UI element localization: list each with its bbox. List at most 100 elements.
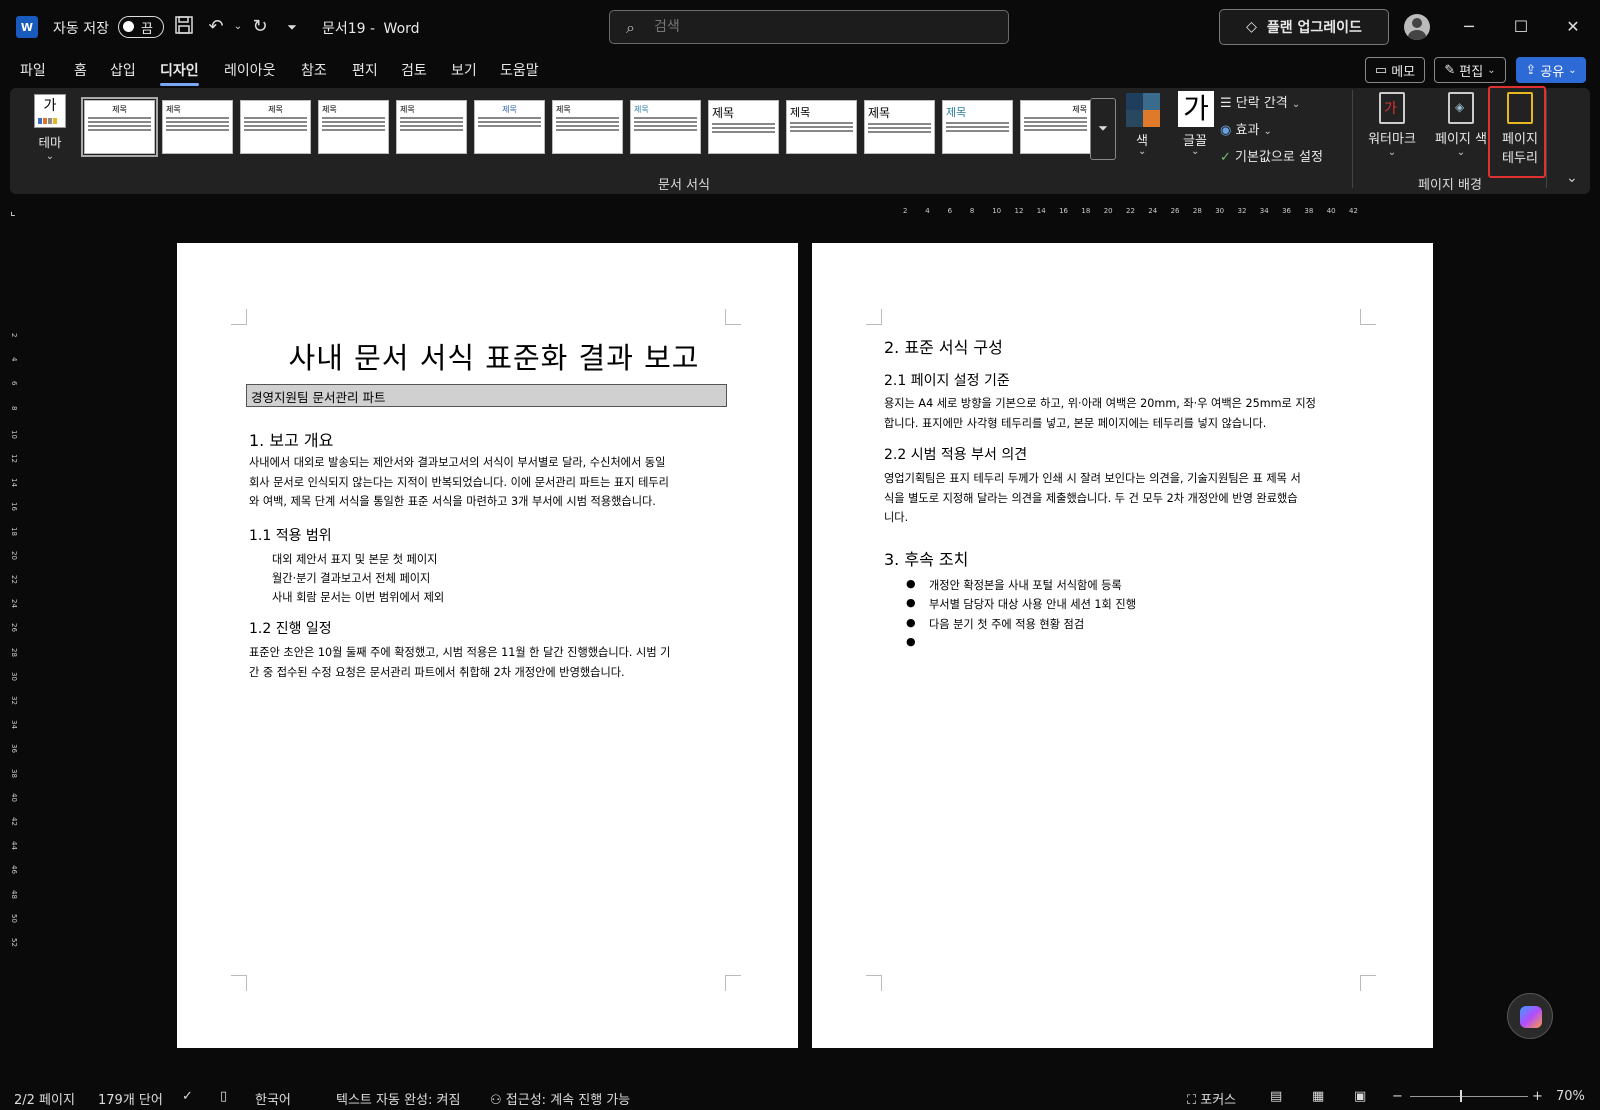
print-layout-icon[interactable]: ▦ — [1312, 1089, 1324, 1104]
tab-home[interactable]: 홈 — [74, 60, 87, 80]
list-item: 개정안 확정본을 사내 포털 서식함에 등록 — [929, 579, 1122, 592]
language-status[interactable]: 한국어 — [255, 1089, 291, 1108]
tab-insert[interactable]: 삽입 — [110, 60, 136, 80]
accessibility-status[interactable]: ⚇ 접근성: 계속 진행 가능 — [490, 1089, 630, 1108]
style-set-thumb[interactable]: 제목 — [240, 100, 311, 154]
zoom-slider-thumb[interactable] — [1460, 1090, 1462, 1102]
proofing-icon[interactable]: ✓ — [182, 1089, 193, 1104]
document-page-1[interactable]: 사내 문서 서식 표준화 결과 보고 경영지원팀 문서관리 파트 1. 보고 개… — [177, 243, 798, 1048]
document-page-2[interactable]: 2. 표준 서식 구성 2.1 페이지 설정 기준 용지는 A4 세로 방향을 … — [812, 243, 1433, 1048]
word-count[interactable]: 179개 단어 — [98, 1089, 163, 1108]
tab-design[interactable]: 디자인 — [160, 60, 199, 86]
tab-layout[interactable]: 레이아웃 — [224, 60, 276, 80]
theme-colors-icon[interactable] — [1126, 93, 1160, 127]
read-mode-icon[interactable]: ▤ — [1270, 1089, 1282, 1104]
web-layout-icon[interactable]: ▣ — [1354, 1089, 1366, 1104]
copilot-button[interactable] — [1507, 993, 1553, 1039]
heading-structure: 2. 표준 서식 구성 — [884, 338, 1003, 357]
chevron-down-icon: ⌄ — [1138, 146, 1147, 157]
tab-selector-icon[interactable]: ⌞ — [10, 204, 16, 218]
style-set-thumb[interactable]: 제목 — [630, 100, 701, 154]
set-as-default-button[interactable]: ✓ 기본값으로 설정 — [1220, 146, 1323, 165]
status-bar: 2/2 페이지 179개 단어 ✓ ▯ 한국어 텍스트 자동 완성: 켜짐 ⚇ … — [0, 1085, 1600, 1110]
zoom-slider[interactable] — [1410, 1096, 1528, 1097]
crop-mark — [725, 309, 741, 325]
text-predictions-status[interactable]: 텍스트 자동 완성: 켜짐 — [336, 1089, 460, 1108]
vertical-ruler[interactable]: 2 4 6 8 10 12 14 16 18 20 22 24 26 28 30 32 34 36 38 40 42 44… — [0, 238, 28, 978]
ruler-tick: 26 — [10, 623, 18, 633]
collapse-ribbon-icon[interactable]: ⌄ — [1566, 170, 1578, 186]
page-count[interactable]: 2/2 페이지 — [14, 1089, 75, 1108]
ruler-tick: 46 — [10, 865, 18, 875]
minimize-icon[interactable]: ─ — [1454, 12, 1484, 42]
diamond-icon: ◇ — [1246, 19, 1257, 35]
memo-button[interactable]: ▭ 메모 — [1365, 57, 1425, 83]
ruler-tick: 32 — [1237, 207, 1247, 215]
autosave-state: 끔 — [141, 22, 153, 37]
zoom-out-icon[interactable]: − — [1392, 1089, 1403, 1104]
undo-icon[interactable]: ↶ — [204, 15, 228, 39]
effects-button[interactable]: ◉ 효과 ⌄ — [1220, 119, 1272, 138]
style-set-thumb[interactable]: 제목 — [864, 100, 935, 154]
edit-mode-button[interactable]: ✎ 편집 ⌄ — [1434, 57, 1506, 83]
page-color-button[interactable]: ◈ 페이지 색 ⌄ — [1432, 92, 1490, 158]
paragraph-spacing-icon: ☰ — [1220, 96, 1232, 111]
zoom-level[interactable]: 70% — [1556, 1089, 1585, 1104]
style-set-thumb[interactable]: 제목 — [708, 100, 779, 154]
reading-icon[interactable]: ▯ — [220, 1089, 227, 1104]
ruler-tick: 48 — [10, 889, 18, 899]
style-set-thumb[interactable]: 제목 — [786, 100, 857, 154]
ruler-tick: 38 — [10, 768, 18, 778]
tab-references[interactable]: 참조 — [301, 60, 327, 80]
ruler-tick: 40 — [1326, 207, 1336, 215]
bullet-icon: ● — [906, 577, 916, 590]
horizontal-ruler[interactable]: 2 4 6 8 10 12 14 16 18 20 22 24 26 28 30 32 34 36 38 40 42 — [808, 203, 1438, 217]
ruler-tick: 2 — [903, 207, 908, 215]
style-set-thumb[interactable]: 제목 — [552, 100, 623, 154]
style-set-thumb[interactable]: 제목 — [81, 97, 158, 157]
themes-button[interactable]: 가 테마 ⌄ — [28, 94, 72, 162]
focus-button[interactable]: ⛶ 포커스 — [1187, 1089, 1236, 1108]
watermark-button[interactable]: 가 워터마크 ⌄ — [1366, 92, 1418, 158]
style-set-thumb[interactable]: 제목 — [474, 100, 545, 154]
paragraph-spacing-button[interactable]: ☰ 단락 간격 ⌄ — [1220, 92, 1300, 111]
tab-help[interactable]: 도움말 — [500, 60, 539, 80]
style-set-thumb[interactable]: 제목 — [318, 100, 389, 154]
maximize-icon[interactable]: ☐ — [1506, 12, 1536, 42]
style-set-thumb[interactable]: 제목 — [942, 100, 1013, 154]
ruler-tick: 6 — [10, 381, 18, 386]
tab-view[interactable]: 보기 — [451, 60, 477, 80]
share-button[interactable]: ⇪ 공유 ⌄ — [1516, 57, 1586, 83]
ruler-tick: 50 — [10, 913, 18, 923]
style-set-thumb[interactable]: 제목 — [396, 100, 467, 154]
redo-icon[interactable]: ↻ — [248, 15, 272, 39]
tab-file[interactable]: 파일 — [20, 60, 46, 80]
gallery-more-button[interactable]: ⏷ — [1090, 98, 1116, 160]
style-set-thumb[interactable]: 제목 — [1020, 100, 1091, 154]
customize-qat-icon[interactable]: ⏷ — [280, 15, 304, 39]
search-input[interactable] — [654, 17, 984, 37]
chevron-down-icon: ⌄ — [1291, 99, 1301, 110]
ruler-tick: 2 — [10, 333, 18, 338]
ruler-tick: 20 — [10, 550, 18, 560]
tab-review[interactable]: 검토 — [401, 60, 427, 80]
crop-mark — [1360, 309, 1376, 325]
search-box[interactable]: ⌕ — [609, 10, 1009, 44]
autosave-toggle[interactable]: 끔 — [118, 16, 164, 38]
bullet-icon: ● — [906, 596, 916, 609]
watermark-icon: 가 — [1379, 92, 1405, 124]
zoom-in-icon[interactable]: + — [1532, 1089, 1543, 1104]
upgrade-button[interactable]: ◇ 플랜 업그레이드 — [1219, 9, 1389, 45]
ruler-tick: 16 — [10, 502, 18, 512]
save-icon[interactable] — [172, 15, 196, 39]
crop-mark — [725, 975, 741, 991]
document-title-text: 사내 문서 서식 표준화 결과 보고 — [288, 341, 700, 375]
style-set-gallery: 제목 제목 제목 제목 제목 제목 제목 제목 제목 제목 제목 제목 제목 — [70, 96, 1091, 160]
style-set-thumb[interactable]: 제목 — [162, 100, 233, 154]
theme-fonts-icon[interactable]: 가 — [1178, 91, 1214, 127]
avatar[interactable] — [1404, 14, 1430, 40]
tab-mailings[interactable]: 편지 — [352, 60, 378, 80]
undo-dropdown-icon[interactable]: ⌄ — [226, 15, 250, 39]
close-icon[interactable]: ✕ — [1558, 12, 1588, 42]
chevron-down-icon: ⌄ — [1456, 147, 1466, 158]
